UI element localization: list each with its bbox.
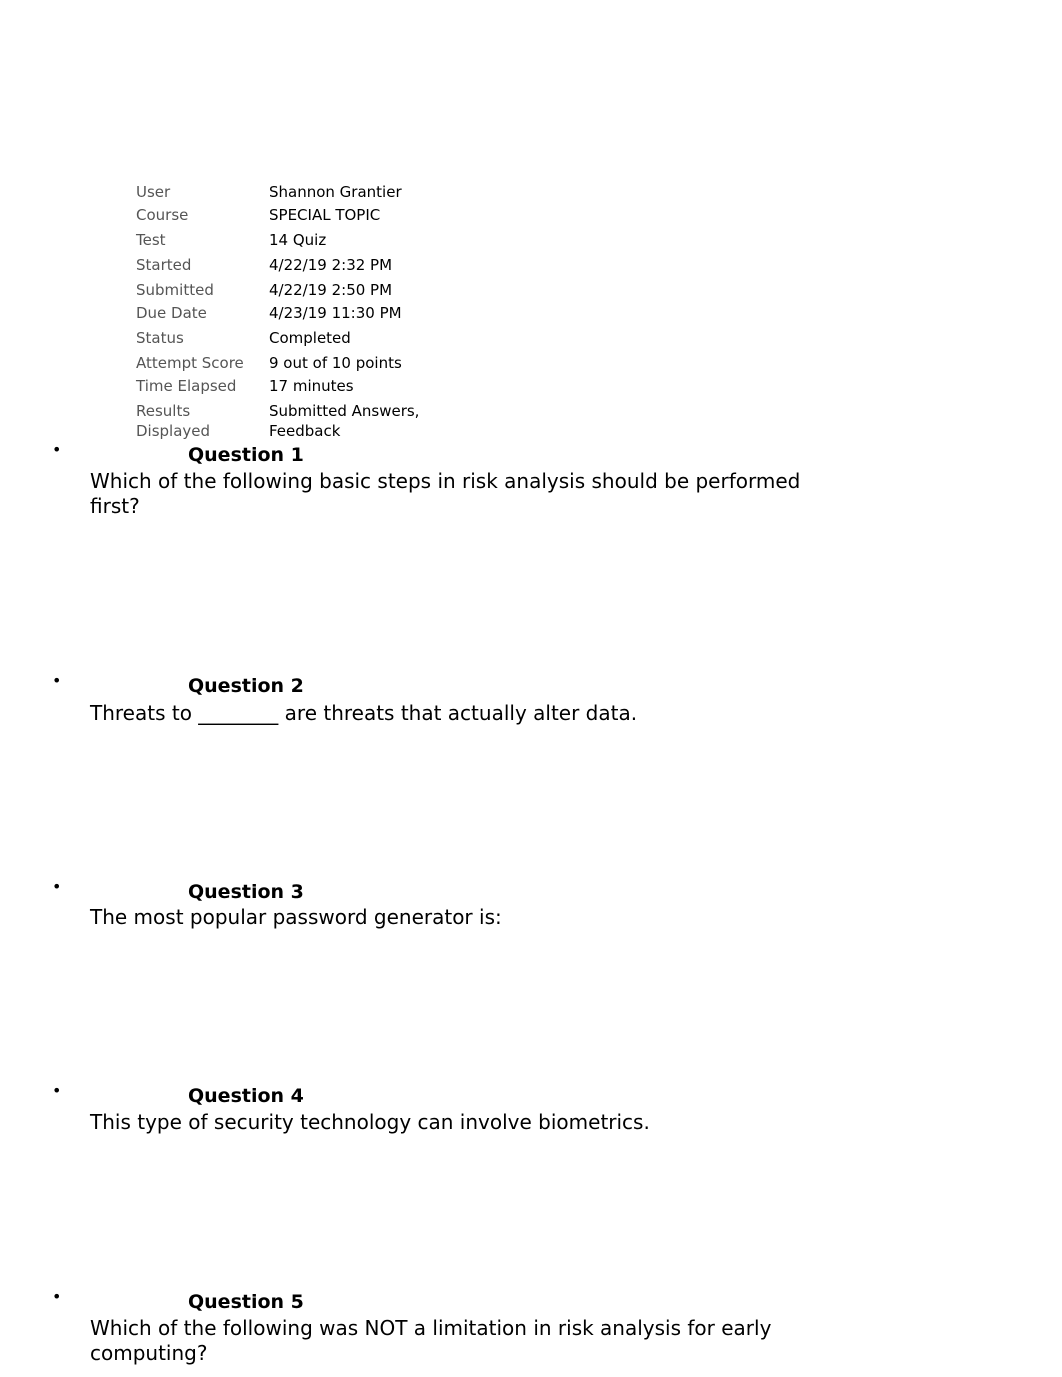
summary-value: Completed: [269, 329, 351, 347]
summary-label: Due Date: [136, 304, 207, 322]
summary-value: Submitted Answers, Feedback: [269, 402, 420, 440]
summary-value: SPECIAL TOPIC: [269, 206, 381, 224]
summary-value: 4/23/19 11:30 PM: [269, 304, 402, 322]
summary-label: Course: [136, 206, 189, 224]
bullet-icon: •: [52, 1081, 62, 1100]
question-text: Which of the following was NOT a limitat…: [90, 1316, 772, 1365]
question-text: The most popular password generator is:: [90, 905, 502, 929]
summary-value: 9 out of 10 points: [269, 354, 402, 372]
summary-label: Status: [136, 329, 184, 347]
summary-label: Results Displayed: [136, 402, 211, 440]
question-title: Question 5: [188, 1291, 304, 1313]
question-text: This type of security technology can inv…: [90, 1110, 650, 1134]
summary-label: Attempt Score: [136, 354, 244, 372]
summary-label: Started: [136, 256, 192, 274]
question-title: Question 2: [188, 675, 304, 697]
bullet-icon: •: [52, 440, 62, 459]
question-title: Question 3: [188, 881, 304, 903]
bullet-icon: •: [52, 671, 62, 690]
summary-label: Test: [136, 231, 166, 249]
summary-label: User: [136, 183, 171, 201]
summary-label: Time Elapsed: [136, 377, 237, 395]
summary-value: Shannon Grantier: [269, 183, 402, 201]
question-text: Which of the following basic steps in ri…: [90, 469, 801, 518]
bullet-icon: •: [52, 877, 62, 896]
question-title: Question 4: [188, 1085, 304, 1107]
summary-label: Submitted: [136, 281, 214, 299]
question-text: Threats to ________ are threats that act…: [90, 701, 638, 725]
summary-value: 4/22/19 2:32 PM: [269, 256, 393, 274]
summary-value: 4/22/19 2:50 PM: [269, 281, 393, 299]
question-title: Question 1: [188, 444, 304, 466]
bullet-icon: •: [52, 1287, 62, 1306]
summary-value: 17 minutes: [269, 377, 354, 395]
summary-value: 14 Quiz: [269, 231, 327, 249]
